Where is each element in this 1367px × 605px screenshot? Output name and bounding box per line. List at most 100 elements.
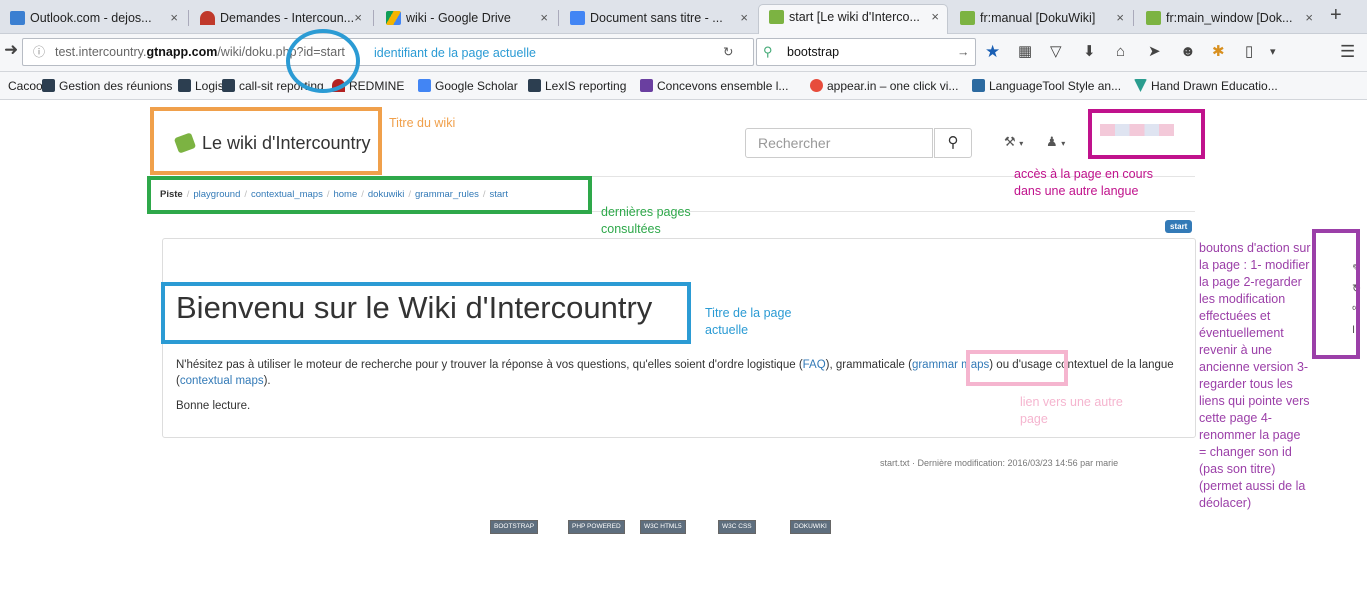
- bookmark-label: Gestion des réunions: [59, 79, 173, 93]
- page-id-highlight: [286, 29, 360, 93]
- bookmark-icon: [178, 79, 191, 92]
- dokuwiki-icon: [960, 11, 975, 25]
- sidebar-icon[interactable]: ▯: [1245, 43, 1253, 61]
- tab-google-drive[interactable]: wiki - Google Drive ×: [376, 6, 556, 34]
- annotation-action-buttons: boutons d'action sur la page : 1- modifi…: [1199, 241, 1311, 510]
- bookmark-icon: [222, 79, 235, 92]
- info-icon[interactable]: ⓘ: [33, 39, 45, 65]
- bookmark-gestion[interactable]: Gestion des réunions: [42, 72, 172, 100]
- close-icon[interactable]: ×: [1305, 6, 1313, 30]
- last-modified-info: start.txt · Dernière modification: 2016/…: [880, 458, 1119, 468]
- hand-drawn-icon: [1134, 79, 1147, 92]
- tab-title: fr:manual [DokuWiki]: [980, 11, 1096, 25]
- bookmark-icon: [42, 79, 55, 92]
- bookmark-lexis[interactable]: LexIS reporting: [528, 72, 626, 100]
- closing-text: Bonne lecture.: [176, 400, 251, 412]
- extension-icon[interactable]: ✱: [1212, 43, 1225, 61]
- html5-badge[interactable]: W3C HTML5: [640, 520, 686, 534]
- wiki-search-input[interactable]: Rechercher: [745, 128, 933, 158]
- bookmark-label: Cacoo: [8, 79, 43, 93]
- close-icon[interactable]: ×: [170, 6, 178, 30]
- bookmark-label: Google Scholar: [435, 79, 518, 93]
- dokuwiki-icon: [769, 10, 784, 24]
- go-arrow-icon[interactable]: →: [957, 39, 970, 65]
- php-badge[interactable]: PHP POWERED: [568, 520, 625, 534]
- page-id-badge[interactable]: start: [1165, 220, 1193, 233]
- dokuwiki-icon: [1146, 11, 1161, 25]
- contextual-maps-link[interactable]: contextual maps: [180, 375, 264, 387]
- url-prefix: test.intercountry.: [55, 45, 147, 59]
- download-icon[interactable]: ⬇: [1083, 43, 1096, 61]
- bookmark-icon: [528, 79, 541, 92]
- annotation-other-link: lien vers une autre page: [1020, 395, 1123, 426]
- tab-google-docs[interactable]: Document sans titre - ... ×: [560, 6, 756, 34]
- annotation-other-language: accès à la page en cours dans une autre …: [1014, 167, 1153, 198]
- bookmark-languagetool[interactable]: LanguageTool Style an...: [972, 72, 1121, 100]
- tab-title: wiki - Google Drive: [406, 11, 511, 25]
- form-icon: [640, 79, 653, 92]
- browser-search-input[interactable]: ⚲ bootstrap →: [756, 38, 976, 66]
- action-buttons-highlight: [1312, 229, 1360, 359]
- reload-icon[interactable]: ↻: [723, 39, 733, 65]
- search-icon: ⚲: [947, 134, 959, 151]
- close-icon[interactable]: ×: [354, 6, 362, 30]
- bootstrap-badge[interactable]: BOOTSTRAP: [490, 520, 539, 534]
- css-badge[interactable]: W3C CSS: [718, 520, 756, 534]
- google-drive-icon: [386, 11, 401, 25]
- search-engine-icon[interactable]: ⚲: [763, 39, 773, 65]
- tools-menu-button[interactable]: ⚒ ▾: [1004, 134, 1023, 150]
- link-highlight: [966, 350, 1068, 386]
- new-tab-button[interactable]: +: [1330, 4, 1342, 27]
- chat-icon[interactable]: ☻: [1180, 43, 1196, 61]
- home-icon[interactable]: ⌂: [1116, 43, 1125, 61]
- bookmark-label: Logis: [195, 79, 224, 93]
- bookmark-appear-in[interactable]: appear.in – one click vi...: [810, 72, 958, 100]
- close-icon[interactable]: ×: [540, 6, 548, 30]
- send-icon[interactable]: ➤: [1148, 43, 1161, 61]
- google-docs-icon: [570, 11, 585, 25]
- google-scholar-icon: [418, 79, 431, 92]
- chevron-down-icon[interactable]: ▾: [1270, 43, 1276, 61]
- bookmark-hand-drawn[interactable]: Hand Drawn Educatio...: [1134, 72, 1278, 100]
- wiki-title-highlight: [150, 107, 382, 175]
- close-icon[interactable]: ×: [1116, 6, 1124, 30]
- bookmarks-menu-icon[interactable]: ▦: [1018, 43, 1032, 61]
- tab-start-active[interactable]: start [Le wiki d'Interco... ×: [758, 4, 948, 35]
- pocket-icon[interactable]: ▽: [1050, 43, 1062, 61]
- hamburger-menu-icon[interactable]: ☰: [1340, 43, 1355, 61]
- dokuwiki-badge[interactable]: DOKUWIKI: [790, 520, 831, 534]
- tab-fr-manual[interactable]: fr:manual [DokuWiki] ×: [950, 6, 1132, 34]
- breadcrumb-highlight: [147, 176, 592, 214]
- wiki-search-button[interactable]: ⚲: [934, 128, 972, 158]
- bookmark-concevons[interactable]: Concevons ensemble l...: [640, 72, 788, 100]
- text: ), grammaticale (: [825, 359, 912, 371]
- tab-title: Document sans titre - ...: [590, 11, 723, 25]
- chevron-down-icon: ▾: [1061, 139, 1066, 148]
- bookmark-logis[interactable]: Logis: [178, 72, 224, 100]
- tab-fr-main-window[interactable]: fr:main_window [Dok... ×: [1136, 6, 1321, 34]
- bookmark-google-scholar[interactable]: Google Scholar: [418, 72, 518, 100]
- tab-title: Outlook.com - dejos...: [30, 11, 152, 25]
- tab-redmine[interactable]: Demandes - Intercoun... ×: [190, 6, 370, 34]
- redmine-icon: [200, 11, 215, 25]
- back-icon[interactable]: ➜: [4, 41, 18, 59]
- faq-link[interactable]: FAQ: [803, 359, 826, 371]
- bookmark-cacoo[interactable]: Cacoo: [8, 72, 43, 100]
- close-icon[interactable]: ×: [740, 6, 748, 30]
- annotation-page-title: Titre de la page actuelle: [705, 306, 792, 337]
- bookmark-star-icon[interactable]: ★: [985, 43, 1000, 61]
- bookmark-label: REDMINE: [349, 79, 405, 93]
- close-icon[interactable]: ×: [931, 5, 939, 29]
- tab-separator: [373, 10, 374, 26]
- url-domain: gtnapp.com: [146, 45, 218, 59]
- tab-separator: [188, 10, 189, 26]
- wrench-icon: ⚒: [1004, 134, 1016, 149]
- user-menu-button[interactable]: ♟ ▾: [1046, 134, 1065, 150]
- tab-title: Demandes - Intercoun...: [220, 11, 355, 25]
- page-title-highlight: [161, 282, 691, 344]
- wiki-search-placeholder: Rechercher: [758, 135, 831, 151]
- annotation-wiki-title: Titre du wiki: [389, 116, 456, 130]
- navigation-bar: ➜ ⓘ test.intercountry.gtnapp.com/wiki/do…: [0, 34, 1367, 72]
- tab-separator: [558, 10, 559, 26]
- tab-outlook[interactable]: Outlook.com - dejos... ×: [0, 6, 186, 34]
